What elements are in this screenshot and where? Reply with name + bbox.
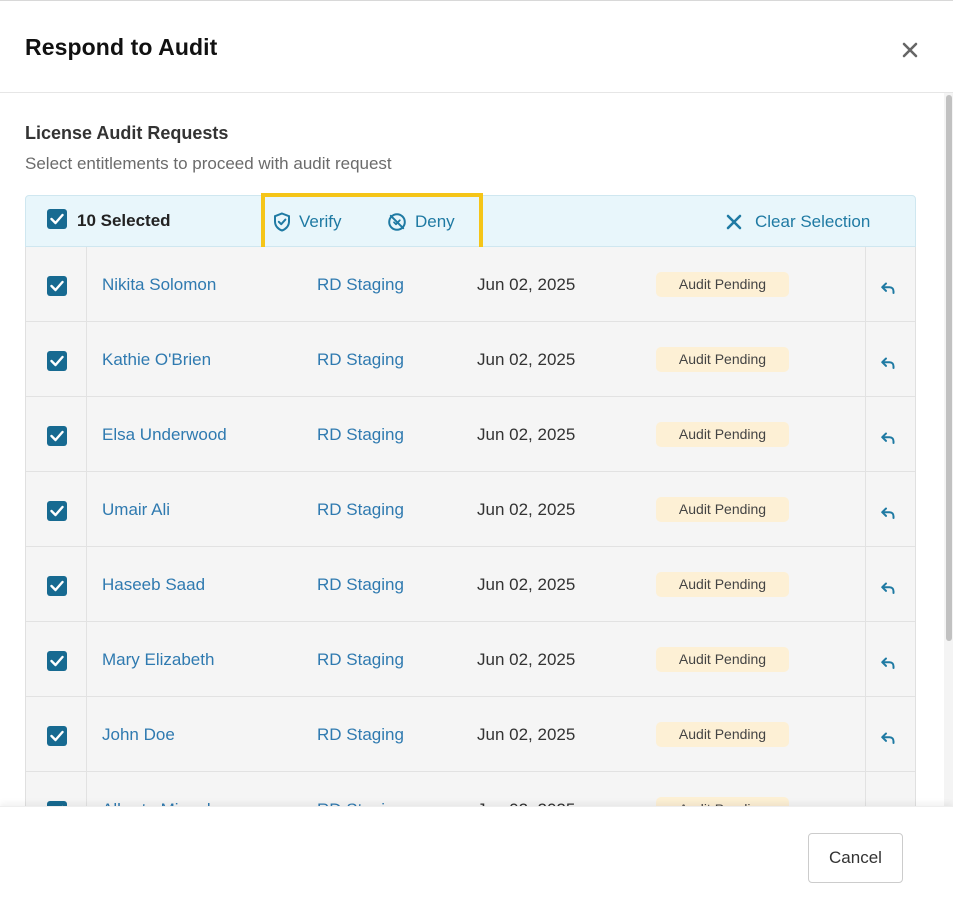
row-checkbox[interactable]: [47, 276, 67, 296]
table-row: Elsa Underwood RD Staging Jun 02, 2025 Audi…: [26, 397, 915, 472]
table-row: Mary Elizabeth RD Staging Jun 02, 2025 Audi…: [26, 622, 915, 697]
user-name-link[interactable]: Elsa Underwood: [102, 425, 227, 445]
environment-name: RD Staging: [317, 500, 404, 519]
reply-arrow-icon[interactable]: [879, 279, 897, 297]
column-divider: [86, 397, 87, 472]
reply-arrow-icon[interactable]: [879, 579, 897, 597]
checkmark-icon: [50, 505, 64, 517]
deny-button[interactable]: Deny: [387, 210, 455, 234]
checkmark-icon: [50, 280, 64, 292]
user-name-link[interactable]: Kathie O'Brien: [102, 350, 211, 370]
column-divider: [86, 772, 87, 806]
verify-button[interactable]: Verify: [273, 210, 342, 234]
user-name-link[interactable]: John Doe: [102, 725, 175, 745]
modal-header: Respond to Audit: [0, 1, 953, 93]
column-divider: [865, 247, 866, 322]
environment-name: RD Staging: [317, 275, 404, 294]
column-divider: [865, 472, 866, 547]
row-checkbox[interactable]: [47, 426, 67, 446]
table-row: Haseeb Saad RD Staging Jun 02, 2025 Audit P…: [26, 547, 915, 622]
checkmark-icon: [50, 655, 64, 667]
column-divider: [865, 772, 866, 806]
request-date: Jun 02, 2025: [477, 500, 576, 519]
status-badge: Audit Pending: [656, 647, 789, 672]
table-row: Nikita Solomon RD Staging Jun 02, 2025 Audi…: [26, 247, 915, 322]
environment-name: RD Staging: [317, 725, 404, 744]
modal-title: Respond to Audit: [25, 34, 218, 60]
section-subtitle: Select entitlements to proceed with audi…: [25, 154, 392, 173]
selection-toolbar: 10 Selected Verify Deny Clear Selection: [25, 193, 916, 251]
table-row: Umair Ali RD Staging Jun 02, 2025 Audit Pen…: [26, 472, 915, 547]
column-divider: [865, 697, 866, 772]
close-icon: [726, 214, 742, 230]
cancel-button[interactable]: Cancel: [808, 833, 903, 883]
checkmark-icon: [50, 355, 64, 367]
checkmark-icon: [50, 580, 64, 592]
section-title: License Audit Requests: [25, 123, 229, 143]
status-badge: Audit Pending: [656, 422, 789, 447]
verify-label: Verify: [299, 212, 342, 231]
shield-check-icon: [274, 212, 290, 232]
status-badge: Audit Pending: [656, 272, 789, 297]
close-icon[interactable]: [898, 38, 922, 62]
clear-selection-label: Clear Selection: [755, 212, 871, 231]
request-date: Jun 02, 2025: [477, 575, 576, 594]
status-badge: Audit Pending: [656, 797, 789, 806]
selected-count: 10 Selected: [77, 211, 171, 230]
reply-arrow-icon[interactable]: [879, 654, 897, 672]
shield-off-icon: [388, 213, 406, 231]
environment-name: RD Staging: [317, 650, 404, 669]
column-divider: [86, 472, 87, 547]
row-checkbox[interactable]: [47, 576, 67, 596]
scrollbar-thumb[interactable]: [946, 95, 952, 641]
reply-arrow-icon[interactable]: [879, 354, 897, 372]
status-badge: Audit Pending: [656, 572, 789, 597]
request-date: Jun 02, 2025: [477, 275, 576, 294]
request-date: Jun 02, 2025: [477, 725, 576, 744]
deny-label: Deny: [415, 212, 455, 231]
environment-name: RD Staging: [317, 350, 404, 369]
user-name-link[interactable]: Haseeb Saad: [102, 575, 205, 595]
row-checkbox[interactable]: [47, 501, 67, 521]
column-divider: [865, 622, 866, 697]
column-divider: [86, 622, 87, 697]
table-row: John Doe RD Staging Jun 02, 2025 Audit Pend…: [26, 697, 915, 772]
select-all-checkbox[interactable]: [47, 209, 67, 229]
modal-footer: Cancel: [0, 806, 953, 910]
modal-body: License Audit Requests Select entitlemen…: [0, 93, 953, 806]
table-row: Alberto MiguelRD StagingJun 02, 2025Audi…: [26, 772, 915, 806]
checkmark-icon: [50, 213, 64, 225]
row-checkbox[interactable]: [47, 726, 67, 746]
status-badge: Audit Pending: [656, 497, 789, 522]
column-divider: [86, 697, 87, 772]
user-name-link[interactable]: Nikita Solomon: [102, 275, 216, 295]
reply-arrow-icon[interactable]: [879, 429, 897, 447]
request-date: Jun 02, 2025: [477, 350, 576, 369]
column-divider: [865, 322, 866, 397]
user-name-link[interactable]: Mary Elizabeth: [102, 650, 214, 670]
column-divider: [86, 322, 87, 397]
status-badge: Audit Pending: [656, 722, 789, 747]
checkmark-icon: [50, 730, 64, 742]
column-divider: [865, 547, 866, 622]
request-date: Jun 02, 2025: [477, 425, 576, 444]
row-checkbox[interactable]: [47, 351, 67, 371]
row-checkbox[interactable]: [47, 651, 67, 671]
column-divider: [86, 547, 87, 622]
table-row: Kathie O'Brien RD Staging Jun 02, 2025 Audi…: [26, 322, 915, 397]
audit-requests-table: Nikita Solomon RD Staging Jun 02, 2025 Audi…: [25, 247, 916, 806]
clear-selection-button[interactable]: Clear Selection: [725, 210, 870, 234]
environment-name: RD Staging: [317, 575, 404, 594]
checkmark-icon: [50, 430, 64, 442]
reply-arrow-icon[interactable]: [879, 504, 897, 522]
reply-arrow-icon[interactable]: [879, 729, 897, 747]
column-divider: [865, 397, 866, 472]
user-name-link[interactable]: Umair Ali: [102, 500, 170, 520]
environment-name: RD Staging: [317, 425, 404, 444]
status-badge: Audit Pending: [656, 347, 789, 372]
column-divider: [86, 247, 87, 322]
request-date: Jun 02, 2025: [477, 650, 576, 669]
respond-to-audit-modal: Respond to Audit License Audit Requests …: [0, 0, 953, 910]
